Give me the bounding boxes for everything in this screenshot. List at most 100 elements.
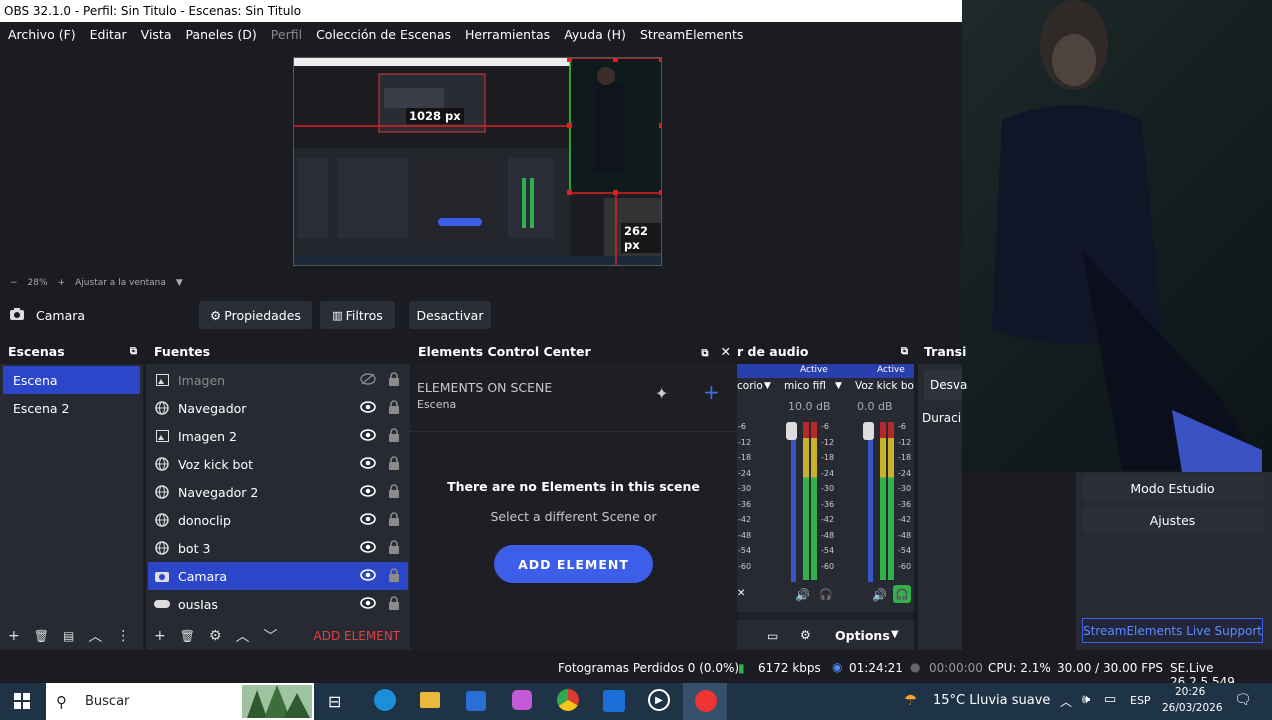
source-item[interactable]: Imagen <box>148 366 408 394</box>
audio-scrollbar[interactable] <box>737 612 914 620</box>
chevron-down-icon[interactable]: ▼ <box>764 381 771 391</box>
menu-item-2[interactable]: Vista <box>141 27 172 42</box>
speaker-icon[interactable]: 🔊 <box>795 588 810 602</box>
add-scene-button[interactable]: + <box>8 628 20 644</box>
gear-icon[interactable]: ⚙ <box>800 628 811 642</box>
source-item[interactable]: Navegador <box>148 394 408 422</box>
notification-icon[interactable]: 🗨 <box>1234 692 1252 708</box>
windows-start-icon[interactable] <box>14 693 30 712</box>
lock-icon[interactable] <box>388 568 400 585</box>
eye-icon[interactable] <box>360 541 376 556</box>
trash-icon[interactable]: 🗑 <box>180 629 195 643</box>
source-item[interactable]: Imagen 2 <box>148 422 408 450</box>
lock-icon[interactable] <box>388 372 400 389</box>
lock-icon[interactable] <box>388 596 400 613</box>
trash-icon[interactable]: 🗑 <box>34 629 49 643</box>
edge-icon[interactable] <box>374 689 396 711</box>
add-element-link[interactable]: ADD ELEMENT <box>314 629 401 643</box>
source-item[interactable]: ousIas <box>148 590 408 618</box>
language-indicator[interactable]: ESP <box>1130 694 1151 707</box>
media-player-icon[interactable]: ▶ <box>648 689 670 711</box>
eye-icon[interactable] <box>360 401 376 416</box>
source-item[interactable]: donoclip <box>148 506 408 534</box>
scene-item[interactable]: Escena 2 <box>3 394 140 422</box>
close-icon[interactable]: ✕ <box>721 344 731 359</box>
eye-slash-icon[interactable] <box>360 373 376 388</box>
studio-mode-button[interactable]: Modo Estudio <box>1082 474 1263 502</box>
gear-icon[interactable]: ⚙ <box>209 628 222 644</box>
source-item[interactable]: bot 3 <box>148 534 408 562</box>
sparkle-icon[interactable]: ✦ <box>655 384 668 403</box>
more-icon[interactable]: ⋮ <box>116 628 130 644</box>
lock-icon[interactable] <box>388 428 400 445</box>
menu-item-3[interactable]: Paneles (D) <box>186 27 257 42</box>
chevron-up-icon[interactable]: ︿ <box>236 626 250 646</box>
task-view-icon[interactable]: ⊟ <box>328 692 341 711</box>
menu-item-6[interactable]: Herramientas <box>465 27 550 42</box>
filters-button[interactable]: ▥ Filtros <box>320 301 395 329</box>
menu-item-1[interactable]: Editar <box>90 27 127 42</box>
deactivate-button[interactable]: Desactivar <box>409 301 491 329</box>
options-button[interactable]: Options <box>835 628 890 643</box>
eye-icon[interactable] <box>360 513 376 528</box>
settings-button[interactable]: Ajustes <box>1082 506 1263 534</box>
chevron-up-icon[interactable]: ︿ <box>1060 693 1072 710</box>
file-explorer-icon[interactable] <box>420 692 440 708</box>
headphones-icon[interactable]: 🎧 <box>893 585 911 603</box>
undock-icon[interactable]: ⧉ <box>901 346 908 357</box>
mixer-layout-icon[interactable]: ▭ <box>767 629 778 643</box>
lock-icon[interactable] <box>388 484 400 501</box>
outlook-icon[interactable] <box>603 690 625 712</box>
headphones-icon[interactable]: 🎧 <box>819 588 833 601</box>
chevron-down-icon[interactable]: ﹀ <box>264 626 278 646</box>
add-icon[interactable]: + <box>703 380 720 404</box>
chevron-up-icon[interactable]: ︿ <box>88 626 102 646</box>
weather-text[interactable]: 15°C Lluvia suave <box>933 693 1050 708</box>
volume-slider-3[interactable] <box>868 422 873 582</box>
lock-icon[interactable] <box>388 400 400 417</box>
eye-icon[interactable] <box>360 597 376 612</box>
chevron-down-icon[interactable]: ▼ <box>835 381 842 391</box>
volume-handle-3[interactable] <box>863 422 874 440</box>
source-item[interactable]: Navegador 2 <box>148 478 408 506</box>
store-icon[interactable] <box>466 691 486 711</box>
speaker-icon[interactable]: 🔊 <box>872 588 887 602</box>
scene-filter-icon[interactable]: ▤ <box>63 629 74 643</box>
menu-item-0[interactable]: Archivo (F) <box>8 27 76 42</box>
transition-select[interactable]: Desva <box>924 370 967 400</box>
close-icon[interactable]: ✕ <box>737 588 745 599</box>
lock-icon[interactable] <box>388 456 400 473</box>
scene-item[interactable]: Escena <box>3 366 140 394</box>
menu-item-4[interactable]: Perfil <box>271 27 302 42</box>
add-source-button[interactable]: + <box>154 628 166 644</box>
volume-slider-2[interactable] <box>791 422 796 582</box>
source-item[interactable]: Voz kick bot <box>148 450 408 478</box>
speaker-icon[interactable]: 🕪 <box>1082 692 1090 707</box>
zoom-in-button[interactable]: + <box>58 278 66 288</box>
obs-taskbar-button[interactable] <box>683 683 727 720</box>
network-icon[interactable]: ▭ <box>1104 692 1116 707</box>
copilot-icon[interactable] <box>512 690 532 710</box>
menu-item-5[interactable]: Colección de Escenas <box>316 27 451 42</box>
undock-icon[interactable]: ⧉ <box>130 346 137 357</box>
eye-icon[interactable] <box>360 429 376 444</box>
preview-canvas[interactable]: 1028 px 262 px <box>293 57 662 266</box>
lock-icon[interactable] <box>388 512 400 529</box>
eye-icon[interactable] <box>360 485 376 500</box>
lock-icon[interactable] <box>388 540 400 557</box>
search-box[interactable]: ⚲ Buscar <box>46 683 314 720</box>
undock-icon[interactable]: ⧉ <box>701 348 708 359</box>
chevron-down-icon[interactable]: ▼ <box>176 278 183 288</box>
volume-handle-2[interactable] <box>786 422 797 440</box>
zoom-out-button[interactable]: − <box>10 278 18 288</box>
add-element-button[interactable]: ADD ELEMENT <box>494 545 653 583</box>
chevron-down-icon[interactable]: ▼ <box>891 629 899 640</box>
live-support-button[interactable]: StreamElements Live Support <box>1082 618 1263 643</box>
properties-button[interactable]: ⚙ Propiedades <box>199 301 312 329</box>
menu-item-8[interactable]: StreamElements <box>640 27 744 42</box>
chrome-icon[interactable] <box>557 689 579 711</box>
eye-icon[interactable] <box>360 457 376 472</box>
fit-window-label[interactable]: Ajustar a la ventana <box>75 278 166 288</box>
menu-item-7[interactable]: Ayuda (H) <box>564 27 626 42</box>
source-item[interactable]: Camara <box>148 562 408 590</box>
